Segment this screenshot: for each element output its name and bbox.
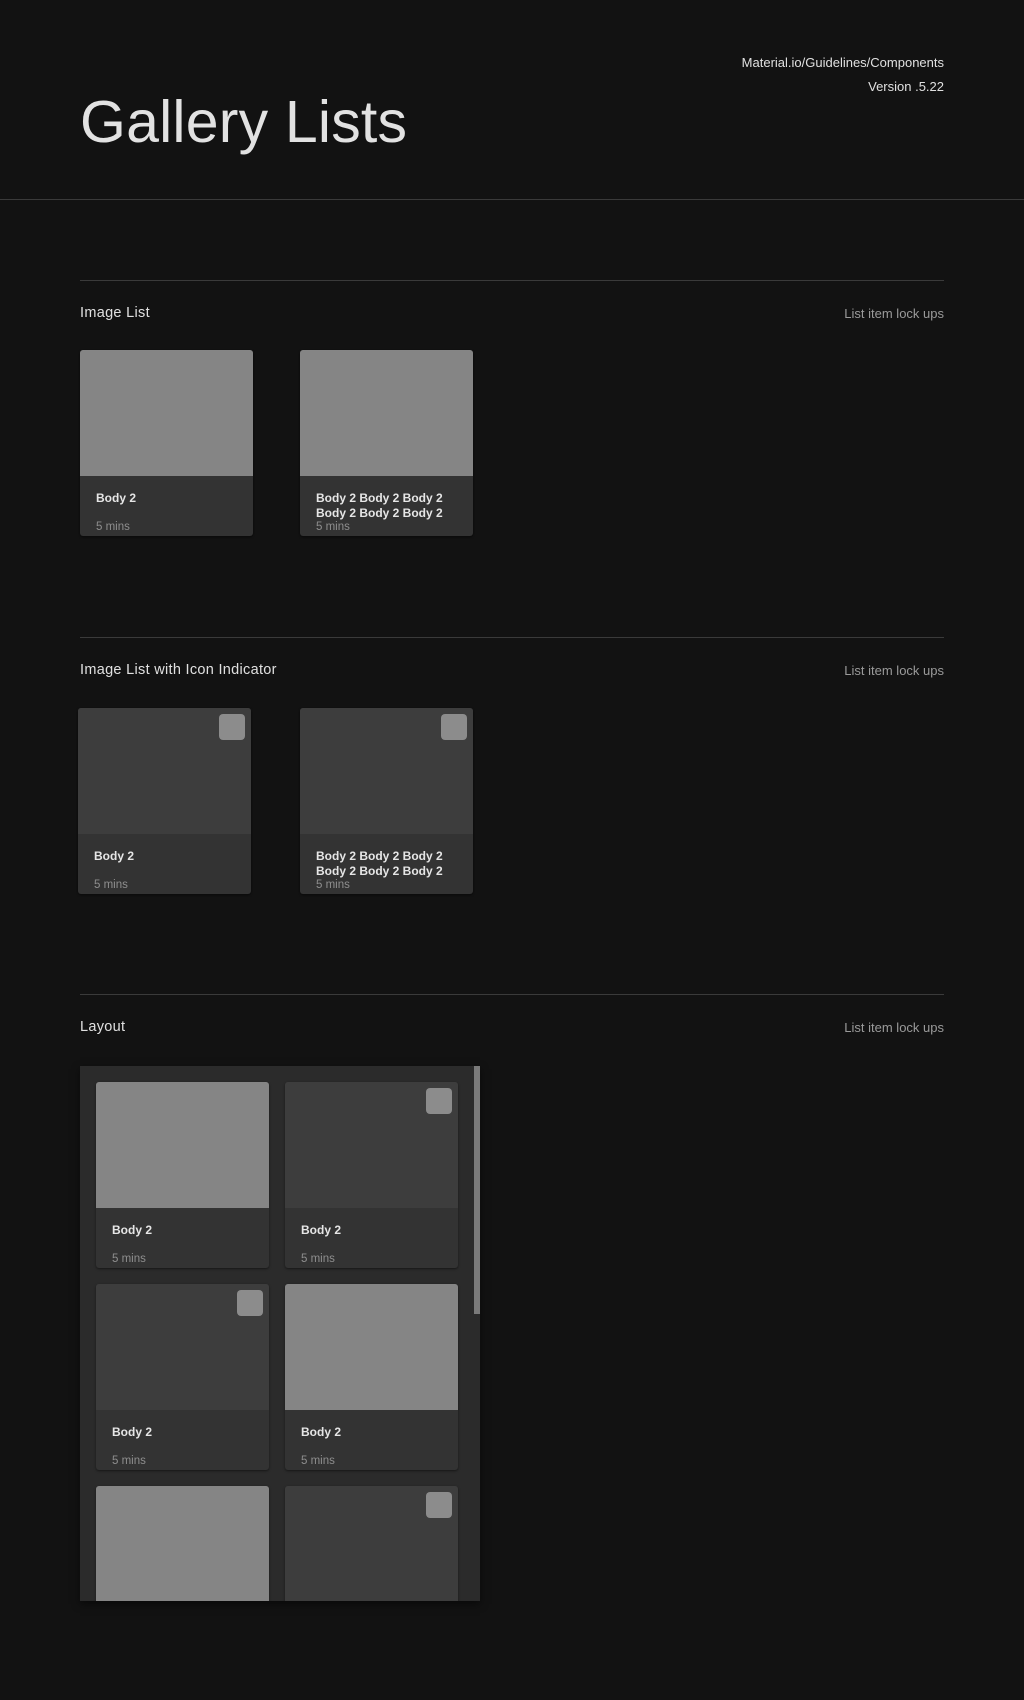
card-time: 5 mins xyxy=(96,521,130,533)
version-label: Version .5.22 xyxy=(868,79,944,94)
card-time: 5 mins xyxy=(112,1253,146,1265)
card-time: 5 mins xyxy=(112,1455,146,1467)
card-title: Body 2 Body 2 Body 2 Body 2 Body 2 Body … xyxy=(316,849,443,878)
section-note: List item lock ups xyxy=(844,663,944,678)
gallery-card[interactable]: Body 2 5 mins xyxy=(285,1082,458,1268)
card-image xyxy=(96,1082,269,1208)
section-title-layout: Layout xyxy=(80,1019,126,1035)
section-divider xyxy=(80,280,944,281)
section-note: List item lock ups xyxy=(844,306,944,321)
card-title: Body 2 Body 2 Body 2 Body 2 Body 2 Body … xyxy=(316,491,443,520)
scrollbar-thumb[interactable] xyxy=(474,1066,480,1314)
indicator-icon[interactable] xyxy=(426,1088,452,1114)
card-image xyxy=(96,1486,269,1601)
card-title: Body 2 xyxy=(112,1223,153,1237)
header-divider xyxy=(0,199,1024,200)
section-divider xyxy=(80,994,944,995)
gallery-card[interactable] xyxy=(96,1486,269,1601)
section-title-image-list: Image List xyxy=(80,305,150,321)
card-title: Body 2 xyxy=(96,491,137,505)
layout-panel[interactable]: Body 2 5 mins Body 2 5 mins Body 2 5 min… xyxy=(80,1066,480,1601)
card-title: Body 2 xyxy=(301,1425,342,1439)
card-image xyxy=(300,350,473,476)
indicator-icon[interactable] xyxy=(426,1492,452,1518)
card-time: 5 mins xyxy=(94,879,128,891)
card-time: 5 mins xyxy=(301,1253,335,1265)
gallery-card[interactable]: Body 2 Body 2 Body 2 Body 2 Body 2 Body … xyxy=(300,350,473,536)
section-divider xyxy=(80,637,944,638)
indicator-icon[interactable] xyxy=(219,714,245,740)
card-title: Body 2 xyxy=(301,1223,342,1237)
card-image xyxy=(80,350,253,476)
card-title: Body 2 xyxy=(112,1425,153,1439)
gallery-card[interactable]: Body 2 Body 2 Body 2 Body 2 Body 2 Body … xyxy=(300,708,473,894)
card-image xyxy=(285,1284,458,1410)
indicator-icon[interactable] xyxy=(441,714,467,740)
section-note: List item lock ups xyxy=(844,1020,944,1035)
gallery-card[interactable]: Body 2 5 mins xyxy=(96,1284,269,1470)
gallery-card[interactable]: Body 2 5 mins xyxy=(285,1284,458,1470)
gallery-card[interactable]: Body 2 5 mins xyxy=(78,708,251,894)
gallery-card[interactable]: Body 2 5 mins xyxy=(80,350,253,536)
card-time: 5 mins xyxy=(316,879,350,891)
card-time: 5 mins xyxy=(301,1455,335,1467)
card-time: 5 mins xyxy=(316,521,350,533)
gallery-card[interactable] xyxy=(285,1486,458,1601)
guidelines-path: Material.io/Guidelines/Components xyxy=(741,55,944,70)
indicator-icon[interactable] xyxy=(237,1290,263,1316)
section-title-icon-indicator: Image List with Icon Indicator xyxy=(80,662,277,678)
card-title: Body 2 xyxy=(94,849,135,863)
page-title: Gallery Lists xyxy=(80,89,408,155)
gallery-card[interactable]: Body 2 5 mins xyxy=(96,1082,269,1268)
